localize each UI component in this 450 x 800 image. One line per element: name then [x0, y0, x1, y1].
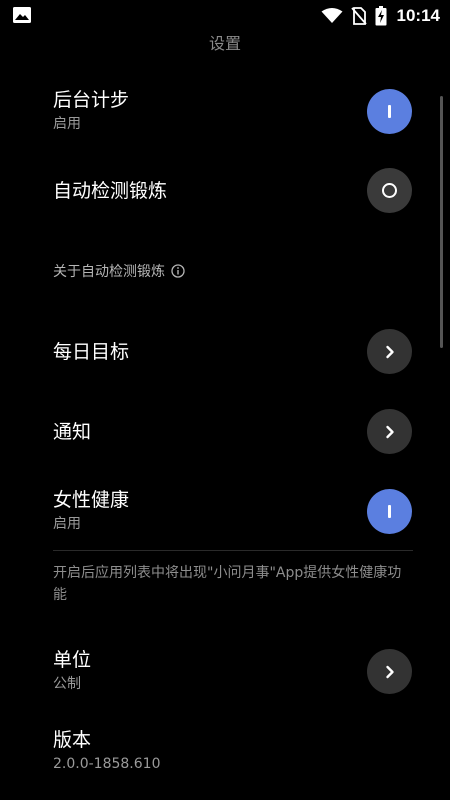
status-bar: 10:14	[0, 0, 450, 30]
notification-row[interactable]: 通知	[53, 420, 413, 444]
daily-goal-title: 每日目标	[53, 341, 130, 363]
unit-row[interactable]: 单位 公制	[53, 648, 413, 694]
version-value: 2.0.0-1858.610	[53, 756, 161, 772]
battery-charging-icon	[375, 6, 387, 26]
chevron-right-icon	[385, 425, 394, 438]
notification-title: 通知	[53, 421, 92, 443]
notification-button[interactable]	[367, 409, 412, 454]
version-row: 版本 2.0.0-1858.610	[53, 728, 413, 774]
daily-goal-button[interactable]	[367, 329, 412, 374]
divider	[53, 550, 413, 551]
toggle-off-icon	[382, 183, 397, 198]
female-health-status: 启用	[53, 516, 81, 532]
female-health-toggle[interactable]	[367, 489, 412, 534]
chevron-right-icon	[385, 665, 394, 678]
background-step-status: 启用	[53, 116, 81, 132]
image-icon	[13, 7, 31, 23]
unit-value: 公制	[53, 676, 81, 692]
female-health-title: 女性健康	[53, 489, 130, 511]
background-step-row[interactable]: 后台计步 启用	[53, 88, 413, 134]
background-step-toggle[interactable]	[367, 89, 412, 134]
version-title: 版本	[53, 729, 92, 751]
about-auto-detect-label: 关于自动检测锻炼	[53, 264, 165, 280]
toggle-on-icon	[388, 105, 391, 118]
status-icons: 10:14	[313, 4, 440, 28]
no-sim-icon	[350, 7, 367, 25]
unit-button[interactable]	[367, 649, 412, 694]
wifi-icon	[321, 8, 343, 24]
female-health-row[interactable]: 女性健康 启用	[53, 488, 413, 534]
auto-detect-title: 自动检测锻炼	[53, 180, 168, 202]
auto-detect-toggle[interactable]	[367, 168, 412, 213]
auto-detect-row[interactable]: 自动检测锻炼	[53, 179, 413, 203]
chevron-right-icon	[385, 345, 394, 358]
female-health-description: 开启后应用列表中将出现"小问月事"App提供女性健康功能	[53, 565, 402, 603]
background-step-title: 后台计步	[53, 89, 130, 111]
unit-title: 单位	[53, 649, 92, 671]
daily-goal-row[interactable]: 每日目标	[53, 340, 413, 364]
scrollbar[interactable]	[440, 96, 443, 348]
toggle-on-icon	[388, 505, 391, 518]
about-auto-detect-link[interactable]: 关于自动检测锻炼	[53, 261, 185, 281]
page-title: 设置	[208, 34, 241, 53]
status-time: 10:14	[396, 6, 440, 25]
info-icon	[171, 264, 185, 278]
